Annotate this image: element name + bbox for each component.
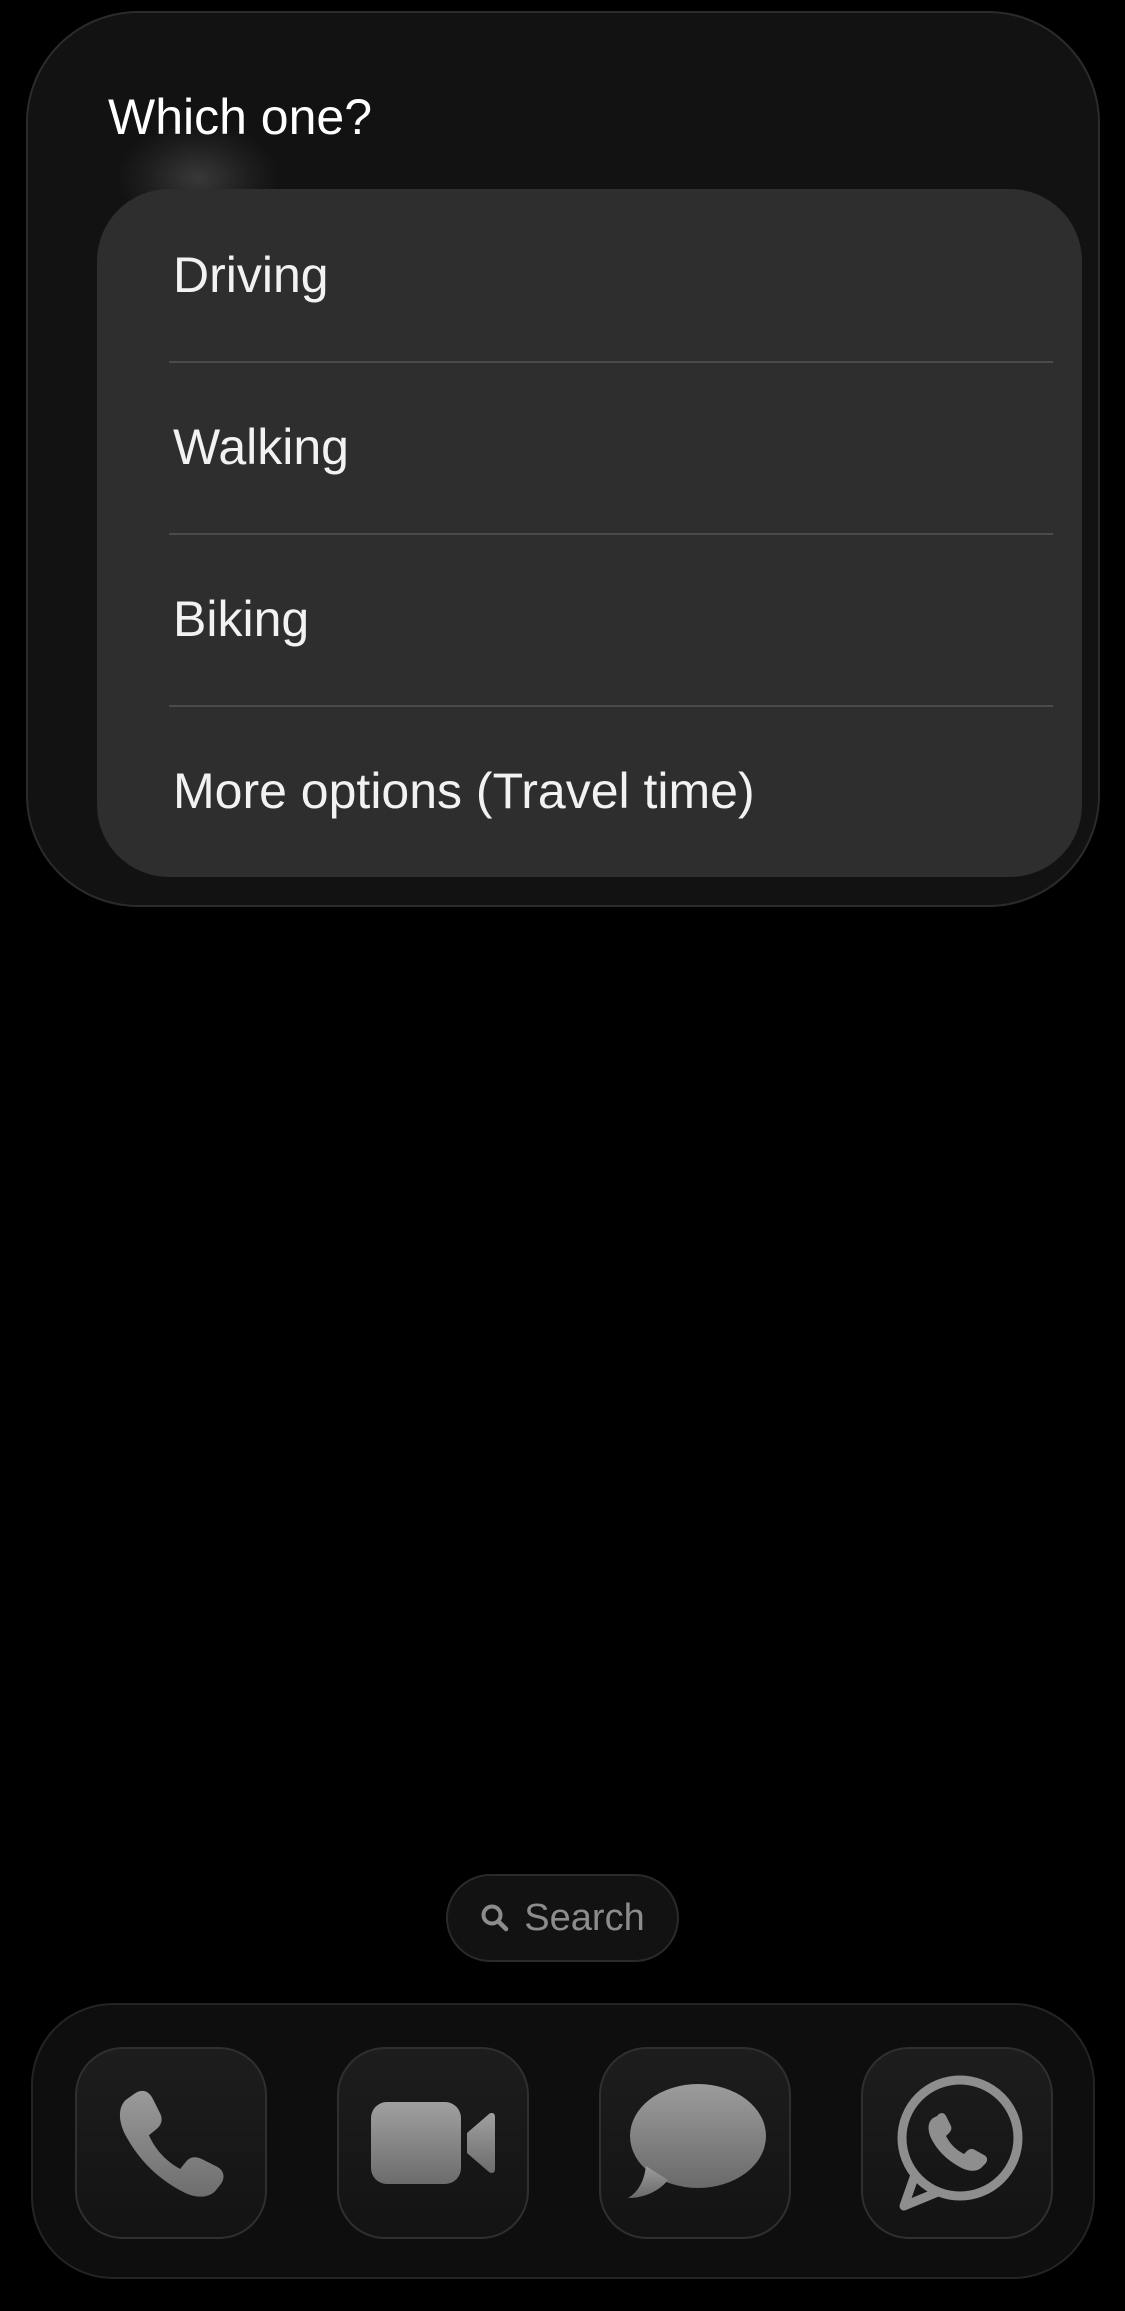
messages-bubble-icon [620,2078,770,2208]
video-camera-icon [363,2088,503,2198]
prompt-title: Which one? [108,89,373,145]
option-walking[interactable]: Walking [97,361,1082,533]
disambiguation-panel: Which one? Driving Walking Biking More o… [26,11,1100,907]
dock-app-phone[interactable] [75,2047,267,2239]
option-label: Biking [173,591,310,647]
option-label: Walking [173,419,349,475]
dock-app-messages[interactable] [599,2047,791,2239]
dock [31,2003,1095,2279]
option-more-options[interactable]: More options (Travel time) [97,705,1082,877]
option-biking[interactable]: Biking [97,533,1082,705]
dock-app-facetime[interactable] [337,2047,529,2239]
options-list: Driving Walking Biking More options (Tra… [97,189,1082,877]
option-label: More options (Travel time) [173,763,755,819]
dock-app-whatsapp[interactable] [861,2047,1053,2239]
search-button[interactable]: Search [446,1874,679,1962]
search-label: Search [524,1896,645,1939]
option-driving[interactable]: Driving [97,189,1082,361]
phone-icon [106,2078,236,2208]
whatsapp-icon [882,2068,1032,2218]
option-label: Driving [173,247,329,303]
magnifier-icon [480,1903,510,1933]
